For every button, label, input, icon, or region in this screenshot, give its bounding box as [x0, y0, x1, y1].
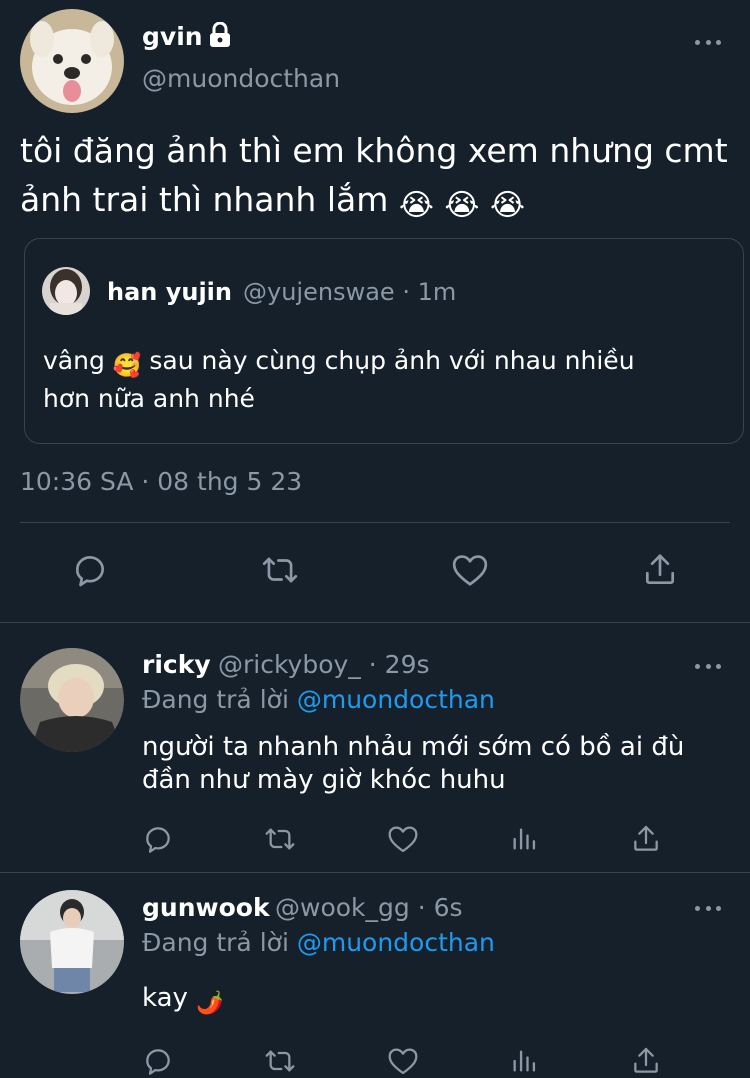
reply-author-handle[interactable]: @rickyboy_ · 29s [218, 650, 430, 679]
lock-icon [206, 21, 234, 52]
reply-author-handle[interactable]: @wook_gg · 6s [275, 893, 463, 922]
analytics-icon[interactable] [508, 1044, 540, 1078]
reply-text-line2: đần như mày giờ khóc huhu [142, 765, 506, 795]
main-author-avatar[interactable] [20, 9, 124, 113]
share-icon[interactable] [628, 822, 664, 856]
reply-icon[interactable] [70, 550, 110, 590]
crying-emoji: 😭 [444, 188, 480, 223]
quoted-text-line1: vâng 🥰 sau này cùng chụp ảnh với nhau nh… [43, 346, 635, 379]
crying-emoji: 😭 [398, 188, 434, 223]
reply-avatar[interactable] [20, 890, 124, 994]
quoted-author-handle: @yujenswae · 1m [243, 278, 457, 306]
quoted-tweet-card[interactable]: han yujin @yujenswae · 1m vâng 🥰 sau này… [24, 238, 744, 444]
replying-to-label: Đang trả lời @muondocthan [142, 685, 495, 714]
reply-icon[interactable] [140, 822, 176, 856]
share-icon[interactable] [628, 1044, 664, 1078]
replying-to-mention[interactable]: @muondocthan [297, 928, 495, 957]
reply-author-name[interactable]: gunwook [142, 893, 270, 922]
retweet-icon[interactable] [261, 1044, 299, 1078]
timestamp-divider [20, 522, 730, 523]
share-icon[interactable] [640, 550, 680, 590]
tweet-timestamp[interactable]: 10:36 SA · 08 thg 5 23 [20, 467, 302, 496]
replying-to-mention[interactable]: @muondocthan [297, 685, 495, 714]
retweet-icon[interactable] [261, 822, 299, 856]
quoted-author-avatar [42, 267, 90, 315]
more-options-icon[interactable] [695, 904, 721, 912]
reply-avatar[interactable] [20, 648, 124, 752]
reply-author-name[interactable]: ricky [142, 650, 211, 679]
more-options-icon[interactable] [695, 38, 721, 46]
reply-text-line1: kay 🌶️ [142, 983, 224, 1016]
like-icon[interactable] [385, 1044, 421, 1078]
reply-divider [0, 872, 750, 873]
reply-time: · 6s [417, 893, 463, 922]
like-icon[interactable] [450, 550, 490, 590]
reply-icon[interactable] [140, 1044, 176, 1078]
more-options-icon[interactable] [695, 662, 721, 670]
quoted-text-line2: hơn nữa anh nhé [43, 384, 255, 413]
main-tweet-text-line2: ảnh trai thì nhanh lắm 😭 😭 😭 [20, 180, 526, 223]
quoted-author-name: han yujin [107, 278, 232, 306]
main-tweet-text-line1: tôi đăng ảnh thì em không xem nhưng cmt [20, 131, 728, 170]
smiling-hearts-emoji: 🥰 [112, 353, 142, 379]
chili-pepper-emoji: 🌶️ [196, 991, 224, 1016]
reply-text-line1: người ta nhanh nhảu mới sớm có bồ ai đù [142, 732, 685, 762]
analytics-icon[interactable] [508, 822, 540, 856]
reply-time: · 29s [368, 650, 430, 679]
retweet-icon[interactable] [258, 550, 302, 590]
main-author-handle[interactable]: @muondocthan [142, 64, 340, 93]
main-tweet-divider [0, 622, 750, 623]
like-icon[interactable] [385, 822, 421, 856]
quoted-time: · 1m [402, 278, 457, 306]
crying-emoji: 😭 [489, 188, 526, 223]
main-author-name[interactable]: gvin [142, 22, 203, 51]
replying-to-label: Đang trả lời @muondocthan [142, 928, 495, 957]
